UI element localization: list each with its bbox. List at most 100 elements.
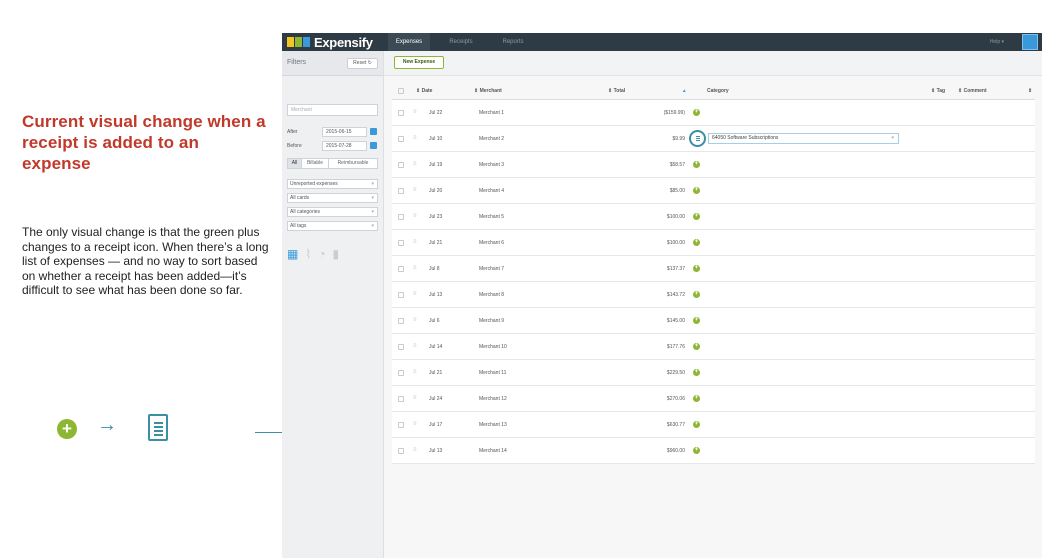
add-receipt-plus-icon[interactable]: + bbox=[693, 109, 700, 116]
categories-select[interactable]: All categories bbox=[287, 207, 378, 217]
col-comment[interactable]: ⇕ Comment bbox=[958, 83, 987, 100]
add-receipt-plus-icon[interactable]: + bbox=[693, 421, 700, 428]
add-receipt-plus-icon[interactable]: + bbox=[693, 395, 700, 402]
drag-handle-icon[interactable]: ≡ bbox=[413, 317, 417, 323]
table-row[interactable]: ≡ Jul 24 Merchant 12 $270.06 + bbox=[392, 386, 1035, 412]
new-expense-button[interactable]: New Expense bbox=[394, 56, 444, 69]
row-checkbox[interactable] bbox=[398, 344, 404, 350]
table-row[interactable]: ≡ Jul 14 Merchant 10 $177.76 + bbox=[392, 334, 1035, 360]
cell-total[interactable]: $960.00 bbox=[637, 438, 685, 464]
table-view-icon[interactable]: ▦ bbox=[287, 248, 298, 260]
drag-handle-icon[interactable]: ≡ bbox=[413, 343, 417, 349]
table-row[interactable]: ≡ Jul 6 Merchant 9 $145.00 + bbox=[392, 308, 1035, 334]
cell-total[interactable]: $9.99 bbox=[637, 126, 685, 152]
line-chart-icon[interactable]: ⌇ bbox=[305, 248, 311, 260]
avatar[interactable] bbox=[1022, 34, 1038, 50]
row-checkbox[interactable] bbox=[398, 110, 404, 116]
add-receipt-plus-icon[interactable]: + bbox=[693, 239, 700, 246]
drag-handle-icon[interactable]: ≡ bbox=[413, 395, 417, 401]
cell-merchant[interactable]: Merchant 7 bbox=[479, 256, 504, 282]
table-row[interactable]: ≡ Jul 8 Merchant 7 $137.37 + bbox=[392, 256, 1035, 282]
row-checkbox[interactable] bbox=[398, 318, 404, 324]
category-select[interactable]: 64050 Software Subscriptions bbox=[708, 133, 899, 144]
row-checkbox[interactable] bbox=[398, 214, 404, 220]
drag-handle-icon[interactable]: ≡ bbox=[413, 291, 417, 297]
col-date[interactable]: ⇕ Date bbox=[416, 83, 432, 100]
after-date-input[interactable]: 2015-06-15 bbox=[322, 127, 367, 137]
cell-merchant[interactable]: Merchant 12 bbox=[479, 386, 507, 412]
filter-reimbursable[interactable]: Reimbursable bbox=[329, 159, 377, 168]
row-checkbox[interactable] bbox=[398, 448, 404, 454]
table-row[interactable]: ≡ Jul 17 Merchant 13 $630.77 + bbox=[392, 412, 1035, 438]
table-row[interactable]: ≡ Jul 21 Merchant 6 $100.00 + bbox=[392, 230, 1035, 256]
select-all-checkbox[interactable] bbox=[398, 88, 404, 94]
cell-total[interactable]: $143.72 bbox=[637, 282, 685, 308]
table-row[interactable]: ≡ Jul 10 Merchant 2 $9.99 64050 Software Sub… bbox=[392, 126, 1035, 152]
cell-merchant[interactable]: Merchant 11 bbox=[479, 360, 506, 386]
cell-total[interactable]: $177.76 bbox=[637, 334, 685, 360]
cell-total[interactable]: $100.00 bbox=[637, 230, 685, 256]
cell-total[interactable]: $630.77 bbox=[637, 412, 685, 438]
col-total[interactable]: ⇕ Total bbox=[608, 83, 625, 100]
cell-merchant[interactable]: Merchant 9 bbox=[479, 308, 504, 334]
row-checkbox[interactable] bbox=[398, 370, 404, 376]
cell-total[interactable]: $145.00 bbox=[637, 308, 685, 334]
add-receipt-plus-icon[interactable]: + bbox=[693, 369, 700, 376]
cards-select[interactable]: All cards bbox=[287, 193, 378, 203]
table-row[interactable]: ≡ Jul 20 Merchant 4 $85.00 + bbox=[392, 178, 1035, 204]
before-date-input[interactable]: 2015-07-28 bbox=[322, 141, 367, 151]
drag-handle-icon[interactable]: ≡ bbox=[413, 161, 417, 167]
drag-handle-icon[interactable]: ≡ bbox=[413, 369, 417, 375]
drag-handle-icon[interactable]: ≡ bbox=[413, 187, 417, 193]
tags-select[interactable]: All tags bbox=[287, 221, 378, 231]
filter-all[interactable]: All bbox=[288, 159, 302, 168]
cell-merchant[interactable]: Merchant 4 bbox=[479, 178, 504, 204]
receipt-icon[interactable] bbox=[689, 130, 706, 147]
row-checkbox[interactable] bbox=[398, 292, 404, 298]
col-options[interactable]: ⇕ bbox=[1028, 83, 1032, 100]
cell-total[interactable]: ($159.99) bbox=[637, 100, 685, 126]
cell-merchant[interactable]: Merchant 13 bbox=[479, 412, 507, 438]
col-tag[interactable]: ⇕ Tag bbox=[931, 83, 945, 100]
add-receipt-plus-icon[interactable]: + bbox=[693, 343, 700, 350]
cell-total[interactable]: $229.50 bbox=[637, 360, 685, 386]
row-checkbox[interactable] bbox=[398, 422, 404, 428]
row-checkbox[interactable] bbox=[398, 162, 404, 168]
help-menu[interactable]: Help ▾ bbox=[990, 33, 1004, 51]
calendar-icon[interactable] bbox=[370, 142, 377, 149]
add-receipt-plus-icon[interactable]: + bbox=[693, 317, 700, 324]
cell-merchant[interactable]: Merchant 5 bbox=[479, 204, 504, 230]
bar-chart-icon[interactable]: ▮ bbox=[332, 248, 339, 260]
pie-chart-icon[interactable]: ◔ bbox=[318, 248, 325, 260]
row-checkbox[interactable] bbox=[398, 136, 404, 142]
cell-total[interactable]: $137.37 bbox=[637, 256, 685, 282]
cell-total[interactable]: $85.00 bbox=[637, 178, 685, 204]
cell-merchant[interactable]: Merchant 8 bbox=[479, 282, 504, 308]
table-row[interactable]: ≡ Jul 22 Merchant 1 ($159.99) + bbox=[392, 100, 1035, 126]
row-checkbox[interactable] bbox=[398, 188, 404, 194]
report-status-select[interactable]: Unreported expenses bbox=[287, 179, 378, 189]
calendar-icon[interactable] bbox=[370, 128, 377, 135]
table-row[interactable]: ≡ Jul 13 Merchant 14 $960.00 + bbox=[392, 438, 1035, 464]
tab-reports[interactable]: Reports bbox=[494, 33, 532, 51]
expensify-logo[interactable]: Expensify bbox=[287, 34, 373, 50]
cell-total[interactable]: $58.57 bbox=[637, 152, 685, 178]
table-row[interactable]: ≡ Jul 19 Merchant 3 $58.57 + bbox=[392, 152, 1035, 178]
cell-merchant[interactable]: Merchant 3 bbox=[479, 152, 504, 178]
drag-handle-icon[interactable]: ≡ bbox=[413, 213, 417, 219]
add-receipt-plus-icon[interactable]: + bbox=[693, 447, 700, 454]
cell-merchant[interactable]: Merchant 2 bbox=[479, 126, 504, 152]
drag-handle-icon[interactable]: ≡ bbox=[413, 447, 417, 453]
filter-billable[interactable]: Billable bbox=[302, 159, 329, 168]
add-receipt-plus-icon[interactable]: + bbox=[693, 213, 700, 220]
cell-merchant[interactable]: Merchant 1 bbox=[479, 100, 504, 126]
drag-handle-icon[interactable]: ≡ bbox=[413, 135, 417, 141]
merchant-filter-input[interactable]: Merchant bbox=[287, 104, 378, 116]
add-receipt-plus-icon[interactable]: + bbox=[693, 187, 700, 194]
reset-button[interactable]: Reset ↻ bbox=[347, 58, 378, 69]
col-merchant[interactable]: ⇕ Merchant bbox=[474, 83, 502, 100]
row-checkbox[interactable] bbox=[398, 396, 404, 402]
cell-merchant[interactable]: Merchant 10 bbox=[479, 334, 507, 360]
col-category[interactable]: Category bbox=[707, 83, 729, 100]
cell-total[interactable]: $270.06 bbox=[637, 386, 685, 412]
